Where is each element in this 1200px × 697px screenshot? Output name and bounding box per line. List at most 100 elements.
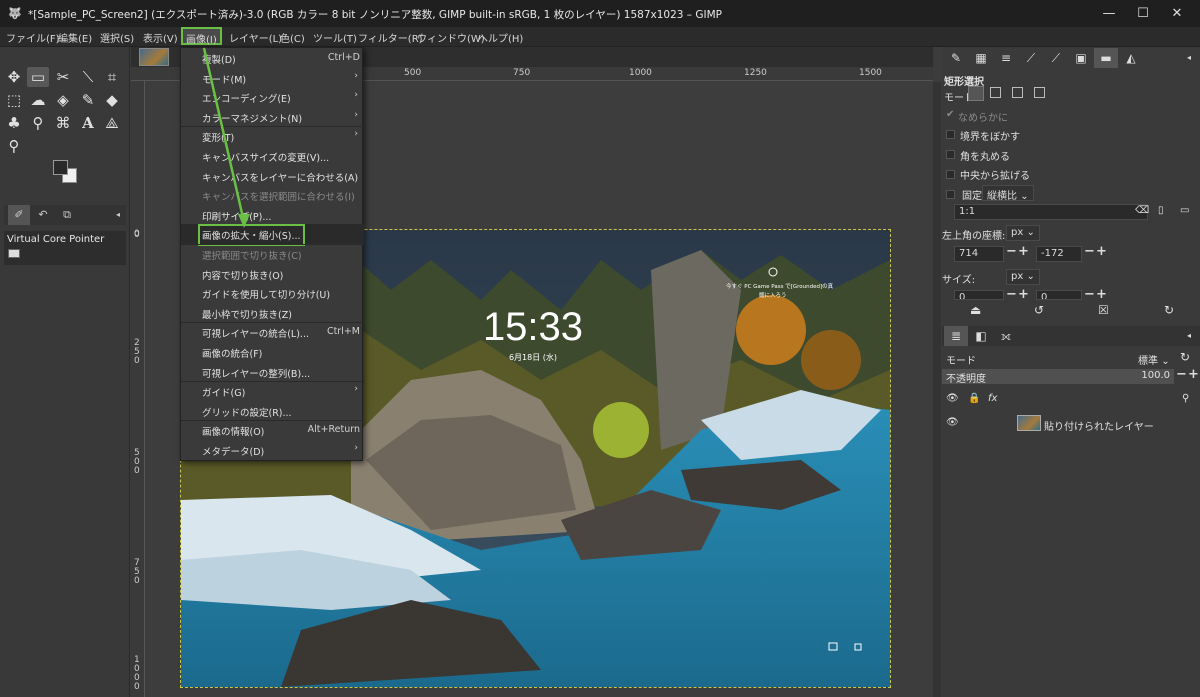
bucket-fill-icon[interactable]: ◈ <box>52 90 74 110</box>
position-y-input[interactable]: -172 <box>1036 246 1082 262</box>
decrement-h-button[interactable]: − <box>1084 287 1095 302</box>
menu-item-color-management[interactable]: カラーマネジメント(N) › <box>181 107 364 127</box>
menu-help[interactable]: ヘルプ(H) <box>478 30 523 45</box>
eye-icon[interactable]: 👁 <box>946 417 959 428</box>
menu-tools[interactable]: ツール(T) <box>313 30 357 45</box>
position-x-input[interactable]: 714 <box>954 246 1004 262</box>
feather-checkbox[interactable] <box>946 130 955 139</box>
panel-menu-icon[interactable]: ◂ <box>1182 48 1196 68</box>
increment-y-button[interactable]: + <box>1096 244 1107 259</box>
paintbrush-icon[interactable]: ✎ <box>77 90 99 110</box>
menu-item-fit-canvas-to-layers[interactable]: キャンバスをレイヤーに合わせる(A) <box>181 166 364 186</box>
panel-menu-icon[interactable]: ◂ <box>1182 326 1196 346</box>
rect-select-tool-icon[interactable]: ▭ <box>27 67 49 87</box>
menu-select[interactable]: 選択(S) <box>100 30 134 45</box>
menu-item-crop-to-content[interactable]: 内容で切り抜き(O) <box>181 264 364 284</box>
eraser-icon[interactable]: ◆ <box>101 90 123 110</box>
menu-item-encoding[interactable]: エンコーディング(E) › <box>181 87 364 107</box>
gradients-tab-icon[interactable]: ▣ <box>1069 48 1093 68</box>
size-unit-select[interactable]: px ⌄ <box>1006 269 1040 285</box>
paint-dynamics-tab-icon[interactable]: ⟋ <box>1019 48 1043 68</box>
menu-item-image-properties[interactable]: 画像の情報(O) Alt+Return <box>181 420 364 440</box>
zoom-tool-icon[interactable]: ⚲ <box>3 136 25 156</box>
fonts-tab-icon[interactable]: ≡ <box>994 48 1018 68</box>
increment-x-button[interactable]: + <box>1018 244 1029 259</box>
fx-icon[interactable]: fx <box>988 393 997 404</box>
menu-item-duplicate[interactable]: 複製(D) Ctrl+D <box>181 48 364 68</box>
close-button[interactable]: ✕ <box>1154 0 1200 27</box>
fixed-checkbox[interactable] <box>946 190 955 199</box>
fixed-mode-select[interactable]: 縦横比 ⌄ <box>982 185 1034 202</box>
decrement-x-button[interactable]: − <box>1006 244 1017 259</box>
menu-item-print-size[interactable]: 印刷サイズ(P)... <box>181 205 364 225</box>
paths-tab-icon[interactable]: ⟗ <box>994 326 1018 346</box>
layers-tab-icon[interactable]: ≣ <box>944 326 968 346</box>
device-status-tab-icon[interactable]: ✐ <box>8 205 30 225</box>
menu-edit[interactable]: 編集(E) <box>58 30 92 45</box>
image-tab-thumbnail[interactable] <box>139 48 169 66</box>
increment-h-button[interactable]: + <box>1096 287 1107 302</box>
decrement-w-button[interactable]: − <box>1006 287 1017 302</box>
images-tab-icon[interactable]: ⧉ <box>56 205 78 225</box>
menu-item-flatten[interactable]: 画像の統合(F) <box>181 342 364 362</box>
search-icon[interactable]: ⚲ <box>1182 393 1189 404</box>
menu-item-mode[interactable]: モード(M) › <box>181 68 364 88</box>
brushes-tab-icon[interactable]: ✎ <box>944 48 968 68</box>
tool-presets-tab-icon[interactable]: ⟋ <box>1044 48 1068 68</box>
menu-item-guides[interactable]: ガイド(G) › <box>181 381 364 401</box>
vertical-scrollbar[interactable] <box>933 82 941 697</box>
channels-tab-icon[interactable]: ◧ <box>969 326 993 346</box>
smudge-tool-icon[interactable]: ⚲ <box>27 113 49 133</box>
menu-item-align-visible[interactable]: 可視レイヤーの整列(B)... <box>181 362 364 382</box>
menu-image[interactable]: 画像(I) <box>181 27 222 46</box>
scissors-tool-icon[interactable]: ✂ <box>52 67 74 87</box>
switch-mode-icon[interactable]: ↻ <box>1180 350 1190 364</box>
panel-menu-icon[interactable]: ◂ <box>112 205 124 225</box>
increment-w-button[interactable]: + <box>1018 287 1029 302</box>
decrement-y-button[interactable]: − <box>1084 244 1095 259</box>
menu-item-canvas-size[interactable]: キャンバスサイズの変更(V)... <box>181 146 364 166</box>
save-preset-icon[interactable]: ⏏ <box>970 303 981 317</box>
size-w-input[interactable]: 0 <box>954 290 1004 300</box>
delete-preset-icon[interactable]: ☒ <box>1098 303 1109 317</box>
menu-item-metadata[interactable]: メタデータ(D) › <box>181 440 364 460</box>
clear-icon[interactable]: ⌫ <box>1135 205 1149 216</box>
menu-item-scale-image[interactable]: 画像の拡大・縮小(S)... <box>181 224 364 247</box>
crop-tool-icon[interactable]: ⌗ <box>101 67 123 87</box>
clone-tool-icon[interactable]: ♣ <box>3 113 25 133</box>
opacity-increment[interactable]: + <box>1188 367 1199 382</box>
menu-item-configure-grid[interactable]: グリッドの設定(R)... <box>181 401 364 421</box>
portrait-icon[interactable]: ▯ <box>1158 205 1164 216</box>
ratio-input[interactable]: 1:1 <box>954 204 1148 220</box>
histogram-tab-icon[interactable]: ◭ <box>1119 48 1143 68</box>
position-unit-select[interactable]: px ⌄ <box>1006 225 1040 241</box>
patterns-tab-icon[interactable]: ▦ <box>969 48 993 68</box>
undo-history-tab-icon[interactable]: ↶ <box>32 205 54 225</box>
visibility-lock-icon[interactable]: 👁 <box>946 393 959 404</box>
size-h-input[interactable]: 0 <box>1036 290 1082 300</box>
mode-replace-icon[interactable] <box>968 86 984 101</box>
opacity-slider[interactable]: 不透明度 100.0 <box>942 369 1174 385</box>
menu-layer[interactable]: レイヤー(L) <box>229 30 282 45</box>
foreground-color-swatch[interactable] <box>53 160 68 175</box>
mode-add-icon[interactable] <box>990 87 1001 98</box>
paths-tool-icon[interactable]: ⌘ <box>52 113 74 133</box>
menu-item-zealous-crop[interactable]: 最小枠で切り抜き(Z) <box>181 303 364 323</box>
tool-options-tab-icon[interactable]: ▬ <box>1094 48 1118 68</box>
move-tool-icon[interactable]: ✥ <box>3 67 25 87</box>
menu-item-slice-using-guides[interactable]: ガイドを使用して切り分け(U) <box>181 283 364 303</box>
reset-icon[interactable]: ↻ <box>1164 303 1174 317</box>
warp-transform-icon[interactable]: ☁ <box>27 90 49 110</box>
menu-file[interactable]: ファイル(F) <box>6 30 60 45</box>
lock-icon[interactable]: 🔒 <box>968 393 980 404</box>
menu-windows[interactable]: ウィンドウ(W) <box>417 30 485 45</box>
fuzzy-select-tool-icon[interactable]: ⟍ <box>77 67 99 87</box>
opacity-decrement[interactable]: − <box>1176 367 1187 382</box>
rounded-checkbox[interactable] <box>946 150 955 159</box>
layer-row[interactable]: 👁 貼り付けられたレイヤー <box>942 413 1200 435</box>
expand-center-checkbox[interactable] <box>946 170 955 179</box>
landscape-icon[interactable]: ▭ <box>1180 205 1189 216</box>
menu-item-merge-visible[interactable]: 可視レイヤーの統合(L)... Ctrl+M <box>181 322 364 342</box>
text-tool-icon[interactable]: A <box>77 113 99 133</box>
measure-tool-icon[interactable]: ⟁ <box>101 113 123 133</box>
